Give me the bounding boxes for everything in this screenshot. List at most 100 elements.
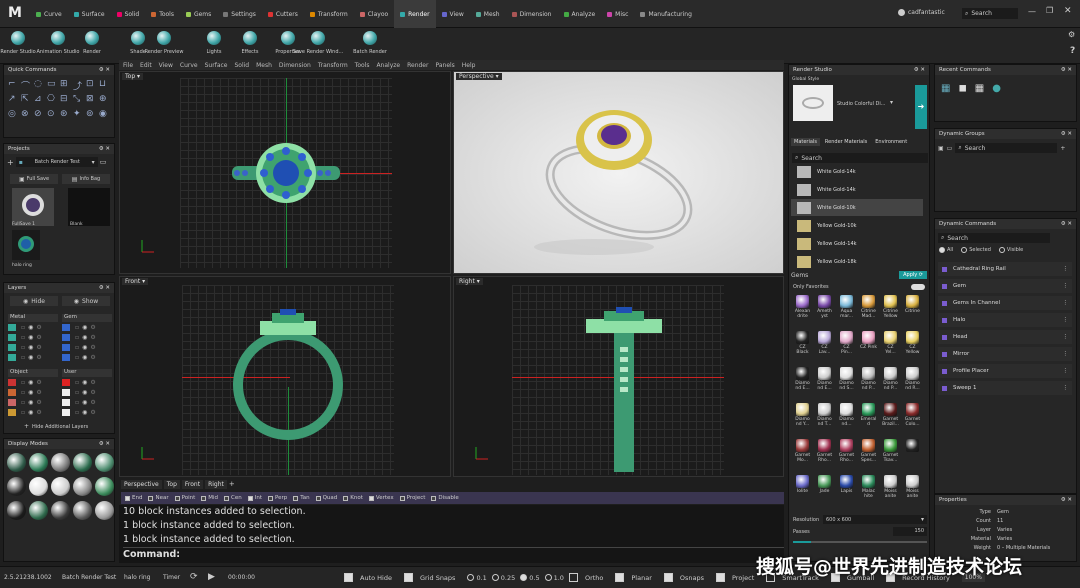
close-icon[interactable]: ⚙ ✕ — [99, 441, 110, 447]
osnap-tan[interactable]: Tan — [293, 495, 310, 501]
layer-row[interactable]: ▫ ◉ ⚙ — [62, 377, 112, 387]
layer-row[interactable]: ▫ ◉ ⚙ — [62, 397, 112, 407]
tab-curve[interactable]: Curve — [30, 0, 68, 28]
lock-icon[interactable]: ▫ — [21, 409, 25, 416]
lock-icon[interactable]: ▫ — [21, 324, 25, 331]
display-mode-icon[interactable] — [51, 501, 70, 520]
checkbox[interactable] — [201, 495, 207, 501]
gem-material[interactable]: Garnet Colo... — [904, 403, 921, 427]
quick-command-icon[interactable]: ⊙ — [47, 109, 55, 119]
display-mode-icon[interactable] — [29, 453, 48, 472]
display-mode-icon[interactable] — [7, 477, 26, 496]
layer-color-swatch[interactable] — [62, 323, 70, 331]
gem-material[interactable]: Garnet Spes... — [860, 439, 877, 463]
quick-command-icon[interactable]: ⇱ — [21, 94, 29, 104]
gem-material[interactable]: CZ Lav... — [816, 331, 833, 355]
layer-color-swatch[interactable] — [8, 343, 16, 351]
eye-icon[interactable]: ◉ — [28, 379, 33, 386]
layer-color-swatch[interactable] — [62, 378, 70, 386]
dynamic-command-item[interactable]: Cathedral Ring Rail ⋮ — [938, 262, 1072, 276]
eye-icon[interactable]: ◉ — [82, 409, 87, 416]
layer-row[interactable]: ▫ ◉ ⚙ — [8, 377, 58, 387]
layer-row[interactable]: ▫ ◉ ⚙ — [62, 332, 112, 342]
quick-command-icon[interactable]: ⊔ — [99, 79, 106, 89]
material-search-input[interactable]: ⌕ Search — [792, 153, 928, 163]
osnap-perp[interactable]: Perp — [268, 495, 287, 501]
settings-icon[interactable]: ⚙ — [90, 354, 95, 361]
apply-button[interactable]: Apply ⟳ — [899, 271, 927, 279]
layer-row[interactable]: ▫ ◉ ⚙ — [62, 342, 112, 352]
quick-command-icon[interactable]: ◌ — [34, 79, 42, 89]
filter-selected[interactable]: Selected — [961, 247, 991, 253]
tab-view[interactable]: View — [436, 0, 470, 28]
gem-material[interactable]: CZ Black — [794, 331, 811, 355]
checkbox[interactable] — [403, 573, 413, 582]
layer-color-swatch[interactable] — [62, 343, 70, 351]
checkbox[interactable] — [174, 495, 180, 501]
property-value[interactable]: 0 – Multiple Materials — [997, 545, 1050, 551]
gem-material[interactable]: CZ Pin... — [838, 331, 855, 355]
quick-command-icon[interactable]: ⊚ — [86, 109, 94, 119]
lock-icon[interactable]: ▫ — [75, 389, 79, 396]
gem-material[interactable]: Iolite — [794, 475, 811, 494]
dynamic-command-item[interactable]: Head ⋮ — [938, 330, 1072, 344]
more-icon[interactable]: ⋮ — [1063, 266, 1069, 272]
settings-icon[interactable]: ⚙ — [36, 409, 41, 416]
gem-material[interactable]: Diamo nd E... — [794, 367, 811, 391]
gem-material[interactable]: Malac hite — [860, 475, 877, 499]
dynamic-command-item[interactable]: Gems In Channel ⋮ — [938, 296, 1072, 310]
more-icon[interactable]: ⋮ — [1063, 368, 1069, 374]
tab-tools[interactable]: Tools — [145, 0, 180, 28]
radio[interactable] — [491, 574, 499, 581]
lock-icon[interactable]: ▫ — [21, 354, 25, 361]
gem-material[interactable] — [904, 439, 921, 453]
checkbox[interactable] — [148, 495, 154, 501]
render-go-button[interactable]: ➜ — [915, 85, 927, 129]
menu-mesh[interactable]: Mesh — [256, 62, 272, 69]
hide-additional-layers-button[interactable]: + Hide Additional Layers — [24, 423, 88, 430]
quick-command-icon[interactable]: ⌐ — [8, 79, 16, 89]
more-icon[interactable]: ⋮ — [1063, 300, 1069, 306]
display-mode-icon[interactable] — [7, 453, 26, 472]
menu-file[interactable]: File — [123, 62, 133, 69]
layer-color-swatch[interactable] — [8, 333, 16, 341]
layer-row[interactable]: ▫ ◉ ⚙ — [62, 387, 112, 397]
menu-dimension[interactable]: Dimension — [279, 62, 311, 69]
dynamic-command-item[interactable]: Gem ⋮ — [938, 279, 1072, 293]
gem-material[interactable]: Garnet Rho... — [816, 439, 833, 463]
layer-row[interactable]: ▫ ◉ ⚙ — [8, 332, 58, 342]
quick-command-icon[interactable]: ⊛ — [60, 109, 68, 119]
gem-material[interactable]: Garnet Tsav... — [882, 439, 899, 463]
resolution-select[interactable]: 600 x 600 ▾ — [823, 515, 927, 524]
gem-material[interactable]: Diamo nd... — [838, 403, 855, 427]
checkbox[interactable] — [293, 495, 299, 501]
osnap-point[interactable]: Point — [174, 495, 195, 501]
lock-icon[interactable]: ▫ — [75, 409, 79, 416]
toggle-auto-hide[interactable]: Auto Hide — [344, 573, 392, 582]
viewport-top[interactable]: Top ▾ — [119, 71, 451, 274]
gem-material[interactable]: Diamo nd Y... — [794, 403, 811, 427]
hide-button[interactable]: ◉ Hide — [10, 296, 58, 306]
quick-command-icon[interactable]: ⊠ — [86, 94, 94, 104]
osnap-int[interactable]: Int — [247, 495, 262, 501]
grid-snap-1.0[interactable]: 1.0 — [544, 574, 564, 582]
radio[interactable] — [998, 247, 1005, 253]
layer-color-swatch[interactable] — [62, 353, 70, 361]
close-icon[interactable]: ⚙ ✕ — [1061, 131, 1072, 137]
reset-timer-icon[interactable]: ⟳ — [190, 572, 198, 582]
app-logo[interactable]: M — [8, 5, 22, 21]
layer-row[interactable]: ▫ ◉ ⚙ — [62, 322, 112, 332]
close-icon[interactable]: ⚙ ✕ — [914, 67, 925, 73]
radio[interactable] — [939, 247, 945, 253]
open-folder-icon[interactable]: ▭ — [100, 158, 107, 166]
gem-material[interactable]: Diamo nd P... — [860, 367, 877, 391]
passes-slider[interactable] — [793, 541, 927, 543]
lock-icon[interactable]: ▫ — [21, 389, 25, 396]
gem-material[interactable]: CZ Yellow — [904, 331, 921, 355]
layer-row[interactable]: ▫ ◉ ⚙ — [62, 352, 112, 362]
settings-icon[interactable]: ⚙ — [36, 354, 41, 361]
settings-icon[interactable]: ⚙ — [36, 334, 41, 341]
radio[interactable] — [544, 574, 552, 581]
quick-command-icon[interactable]: ✦ — [73, 109, 81, 119]
render-icon[interactable]: ◼ — [958, 83, 966, 94]
